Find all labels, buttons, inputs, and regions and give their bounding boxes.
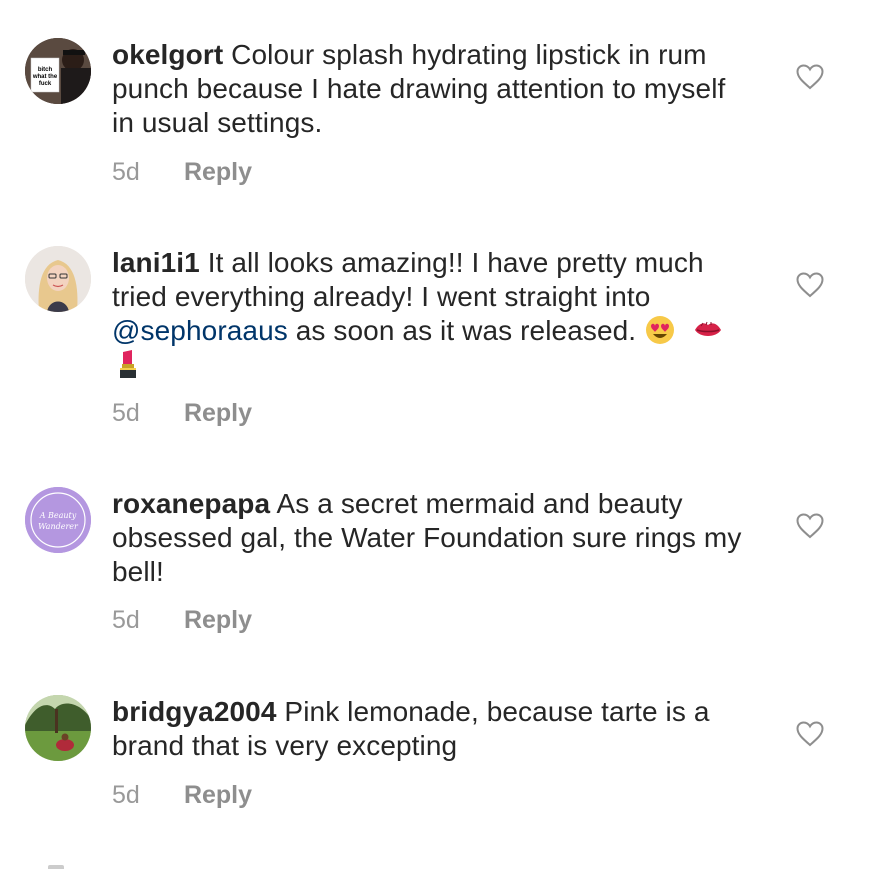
- comment-text: roxanepapa As a secret mermaid and beaut…: [112, 487, 752, 589]
- comment-text: lani1i1 It all looks amazing!! I have pr…: [112, 246, 752, 382]
- like-heart-icon[interactable]: [796, 272, 824, 298]
- comment-text: bridgya2004 Pink lemonade, because tarte…: [112, 695, 752, 763]
- kiss-mark-emoji: [692, 314, 724, 346]
- comment-meta: 5d Reply: [112, 605, 252, 635]
- avatar-image: A Beauty Wanderer: [25, 487, 91, 553]
- like-heart-icon[interactable]: [796, 64, 824, 90]
- reply-button[interactable]: Reply: [184, 781, 252, 809]
- svg-text:bitch: bitch: [38, 67, 53, 73]
- comment-timestamp: 5d: [112, 606, 140, 634]
- avatar-image: bitch what the fuck: [25, 38, 91, 104]
- svg-text:fuck: fuck: [39, 81, 52, 87]
- avatar-image: [25, 695, 91, 761]
- comment-meta: 5d Reply: [112, 157, 252, 187]
- mention-link[interactable]: @sephoraaus: [112, 315, 288, 346]
- comment-body: It all looks amazing!! I have pretty muc…: [112, 247, 704, 312]
- comment-body-continued: as soon as it was released.: [295, 315, 637, 346]
- avatar[interactable]: bitch what the fuck: [25, 38, 91, 104]
- emoji-line: [112, 348, 752, 382]
- svg-text:Wanderer: Wanderer: [38, 522, 79, 531]
- comment-meta: 5d Reply: [112, 398, 252, 428]
- svg-text:A Beauty: A Beauty: [39, 511, 77, 520]
- comment-timestamp: 5d: [112, 781, 140, 809]
- comment-timestamp: 5d: [112, 158, 140, 186]
- like-heart-icon[interactable]: [796, 513, 824, 539]
- comment-username[interactable]: okelgort: [112, 39, 223, 70]
- comment-timestamp: 5d: [112, 399, 140, 427]
- comment-text: okelgort Colour splash hydrating lipstic…: [112, 38, 752, 140]
- avatar[interactable]: [25, 695, 91, 761]
- comment-username[interactable]: roxanepapa: [112, 488, 270, 519]
- avatar[interactable]: [25, 246, 91, 312]
- like-heart-icon[interactable]: [796, 721, 824, 747]
- comment-meta: 5d Reply: [112, 780, 252, 810]
- avatar[interactable]: A Beauty Wanderer: [25, 487, 91, 553]
- svg-text:what the: what the: [32, 74, 58, 80]
- lipstick-emoji: [112, 348, 144, 380]
- reply-button[interactable]: Reply: [184, 606, 252, 634]
- avatar-image: [25, 246, 91, 312]
- comment-username[interactable]: bridgya2004: [112, 696, 277, 727]
- next-avatar-edge: [48, 865, 64, 869]
- comment-username[interactable]: lani1i1: [112, 247, 200, 278]
- reply-button[interactable]: Reply: [184, 399, 252, 427]
- heart-eyes-emoji: [644, 314, 676, 346]
- reply-button[interactable]: Reply: [184, 158, 252, 186]
